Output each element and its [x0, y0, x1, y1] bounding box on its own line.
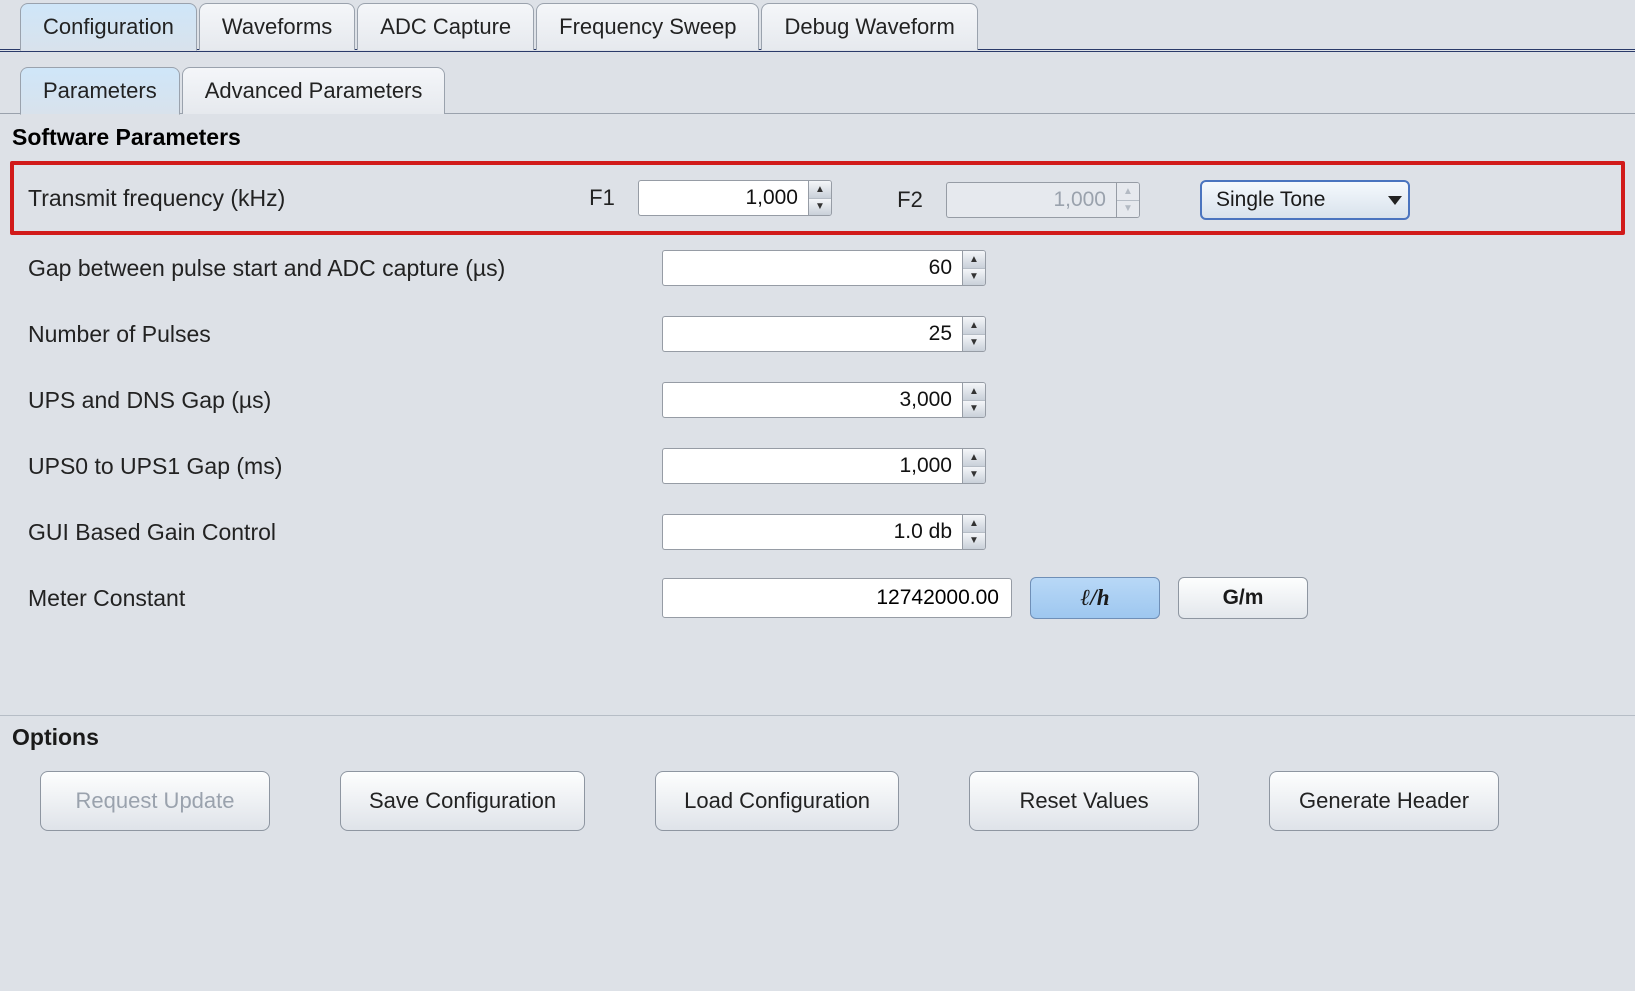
tab-waveforms[interactable]: Waveforms: [199, 3, 355, 50]
parameters-panel: Transmit frequency (kHz) F1 ▲ ▼ F2: [0, 157, 1635, 711]
ups-dns-gap-step-up[interactable]: ▲: [963, 383, 985, 401]
save-configuration-button[interactable]: Save Configuration: [340, 771, 585, 831]
tab-advanced-parameters[interactable]: Advanced Parameters: [182, 67, 446, 114]
label-meter-constant: Meter Constant: [22, 585, 662, 612]
label-transmit-frequency: Transmit frequency (kHz): [22, 185, 582, 212]
row-ups0-ups1-gap: UPS0 to UPS1 Gap (ms) ▲ ▼: [10, 433, 1625, 499]
num-pulses-spinner[interactable]: ▲ ▼: [662, 316, 986, 352]
f1-label: F1: [582, 185, 622, 211]
configuration-pane: Parameters Advanced Parameters Software …: [0, 52, 1635, 841]
tab-frequency-sweep[interactable]: Frequency Sweep: [536, 3, 759, 50]
meter-constant-input[interactable]: [662, 578, 1012, 618]
label-ups0-ups1-gap: UPS0 to UPS1 Gap (ms): [22, 453, 662, 480]
gap-pulse-adc-step-down[interactable]: ▼: [963, 269, 985, 286]
ups-dns-gap-input[interactable]: [662, 382, 962, 418]
reset-values-button[interactable]: Reset Values: [969, 771, 1199, 831]
f2-step-up: ▲: [1117, 183, 1139, 201]
label-number-of-pulses: Number of Pulses: [22, 321, 662, 348]
unit-lph-label: ℓ/h: [1080, 585, 1109, 611]
ups0-ups1-gap-input[interactable]: [662, 448, 962, 484]
outer-tab-bar: Configuration Waveforms ADC Capture Freq…: [0, 0, 1635, 52]
gap-pulse-adc-spinner[interactable]: ▲ ▼: [662, 250, 986, 286]
row-meter-constant: Meter Constant ℓ/h G/m: [10, 565, 1625, 631]
label-gap-pulse-adc: Gap between pulse start and ADC capture …: [22, 255, 662, 282]
num-pulses-step-down[interactable]: ▼: [963, 335, 985, 352]
gap-pulse-adc-input[interactable]: [662, 250, 962, 286]
gain-control-spinner[interactable]: ▲ ▼: [662, 514, 986, 550]
label-ups-dns-gap: UPS and DNS Gap (µs): [22, 387, 662, 414]
row-gain-control: GUI Based Gain Control ▲ ▼: [10, 499, 1625, 565]
generate-header-button[interactable]: Generate Header: [1269, 771, 1499, 831]
load-configuration-button[interactable]: Load Configuration: [655, 771, 899, 831]
ups-dns-gap-step-down[interactable]: ▼: [963, 401, 985, 418]
num-pulses-input[interactable]: [662, 316, 962, 352]
f2-label: F2: [890, 187, 930, 213]
unit-lph-button[interactable]: ℓ/h: [1030, 577, 1160, 619]
f1-step-up[interactable]: ▲: [809, 181, 831, 199]
f2-step-down: ▼: [1117, 201, 1139, 218]
tone-mode-dropdown[interactable]: Single Tone: [1200, 180, 1410, 220]
f2-input: [946, 182, 1116, 218]
tab-configuration[interactable]: Configuration: [20, 3, 197, 51]
f1-input[interactable]: [638, 180, 808, 216]
tab-parameters[interactable]: Parameters: [20, 67, 180, 115]
inner-tab-bar: Parameters Advanced Parameters: [0, 64, 1635, 114]
ups-dns-gap-spinner[interactable]: ▲ ▼: [662, 382, 986, 418]
f1-spinner[interactable]: ▲ ▼: [638, 180, 832, 216]
ups0-ups1-gap-step-up[interactable]: ▲: [963, 449, 985, 467]
label-gain-control: GUI Based Gain Control: [22, 519, 662, 546]
num-pulses-step-up[interactable]: ▲: [963, 317, 985, 335]
gain-control-step-down[interactable]: ▼: [963, 533, 985, 550]
tone-mode-selected: Single Tone: [1216, 188, 1325, 212]
app-root: Configuration Waveforms ADC Capture Freq…: [0, 0, 1635, 861]
options-heading: Options: [0, 715, 1635, 757]
row-gap-pulse-adc: Gap between pulse start and ADC capture …: [10, 235, 1625, 301]
chevron-down-icon: [1388, 196, 1402, 205]
tab-debug-waveform[interactable]: Debug Waveform: [761, 3, 977, 50]
ups0-ups1-gap-step-down[interactable]: ▼: [963, 467, 985, 484]
gap-pulse-adc-step-up[interactable]: ▲: [963, 251, 985, 269]
row-number-of-pulses: Number of Pulses ▲ ▼: [10, 301, 1625, 367]
tab-adc-capture[interactable]: ADC Capture: [357, 3, 534, 50]
row-ups-dns-gap: UPS and DNS Gap (µs) ▲ ▼: [10, 367, 1625, 433]
f2-spinner: ▲ ▼: [946, 182, 1140, 218]
options-button-row: Request Update Save Configuration Load C…: [0, 757, 1635, 841]
unit-gpm-label: G/m: [1223, 586, 1264, 610]
request-update-button: Request Update: [40, 771, 270, 831]
f1-step-down[interactable]: ▼: [809, 199, 831, 216]
unit-gpm-button[interactable]: G/m: [1178, 577, 1308, 619]
options-section: Options Request Update Save Configuratio…: [0, 715, 1635, 841]
gain-control-input[interactable]: [662, 514, 962, 550]
ups0-ups1-gap-spinner[interactable]: ▲ ▼: [662, 448, 986, 484]
gain-control-step-up[interactable]: ▲: [963, 515, 985, 533]
software-parameters-heading: Software Parameters: [0, 114, 1635, 157]
